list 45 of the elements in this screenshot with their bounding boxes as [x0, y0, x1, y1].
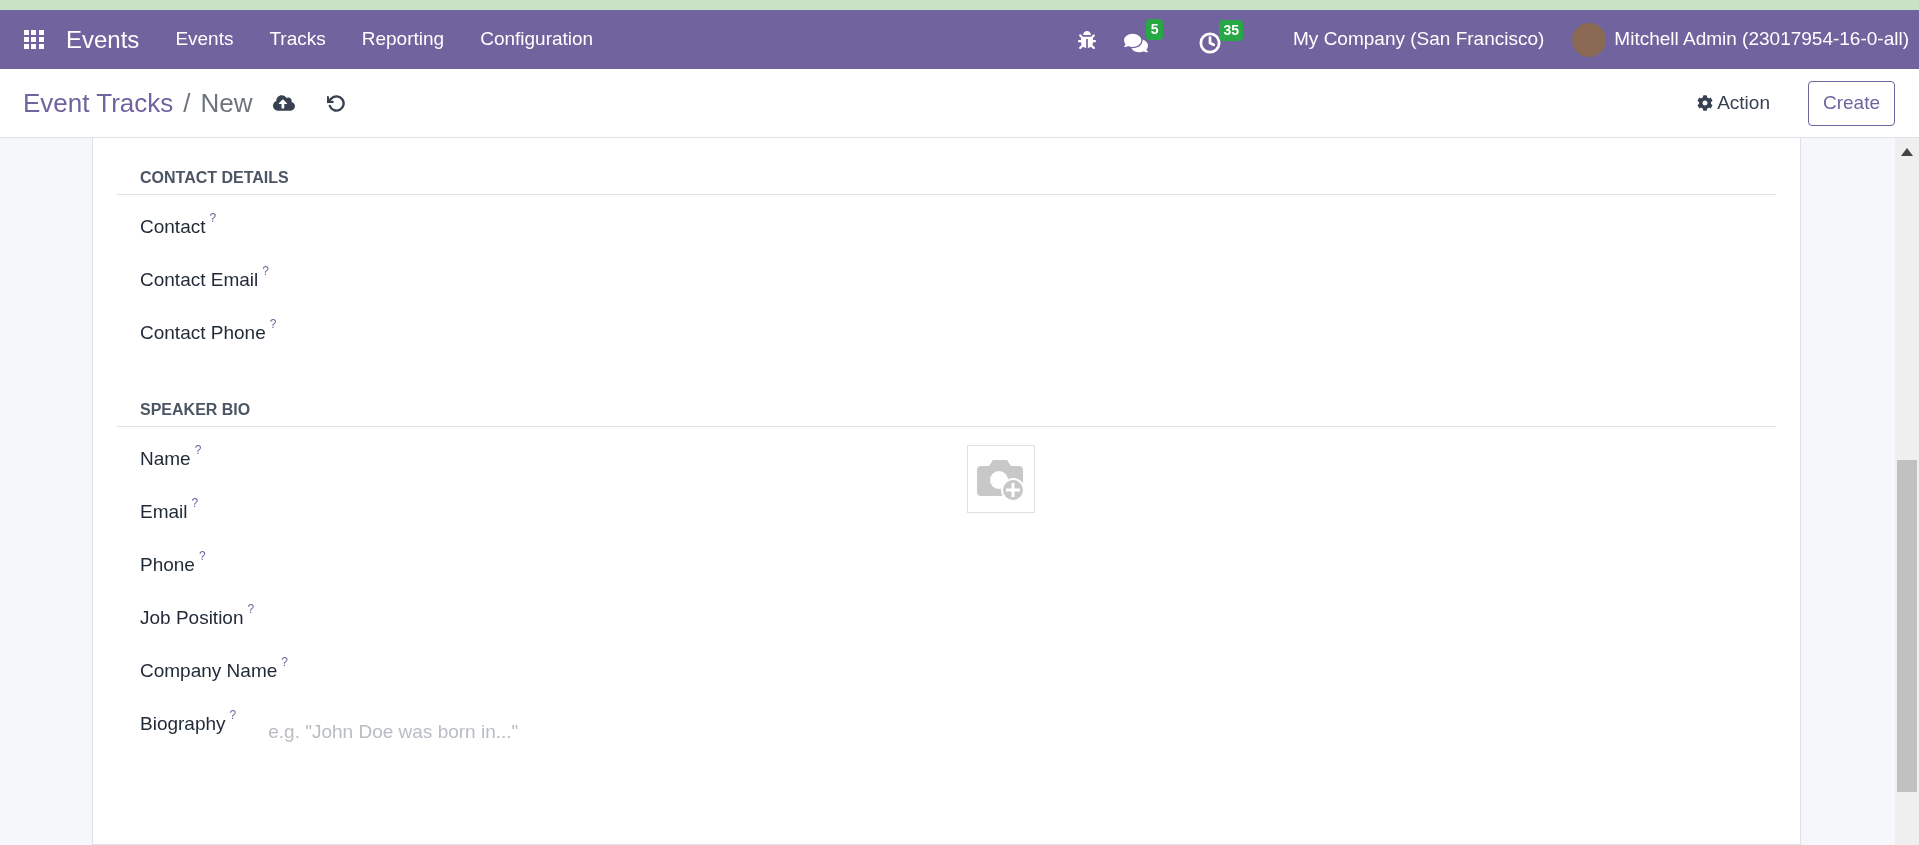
help-tooltip-mark[interactable]: ? [209, 209, 217, 227]
breadcrumb-parent[interactable]: Event Tracks [23, 83, 174, 123]
field-label: Phone [140, 553, 195, 577]
user-menu[interactable]: Mitchell Admin (23017954-16-0-all) [1614, 25, 1909, 54]
scrollbar[interactable] [1895, 138, 1919, 845]
section-heading: SPEAKER BIO [117, 398, 1776, 427]
help-tooltip-mark[interactable]: ? [229, 706, 237, 724]
apps-menu-icon[interactable] [24, 29, 44, 50]
messages-count-badge: 5 [1145, 18, 1164, 40]
create-button[interactable]: Create [1807, 80, 1895, 126]
field-label: Name [140, 447, 191, 471]
help-tooltip-mark[interactable]: ? [198, 547, 206, 565]
gear-icon [1697, 95, 1714, 111]
nav-menu-item[interactable]: Configuration [462, 25, 612, 54]
help-tooltip-mark[interactable]: ? [191, 494, 199, 512]
help-tooltip-mark[interactable]: ? [269, 315, 277, 333]
field-label: Email [140, 500, 188, 524]
help-tooltip-mark[interactable]: ? [247, 600, 255, 618]
section-heading: CONTACT DETAILS [117, 166, 1776, 195]
help-tooltip-mark[interactable]: ? [262, 262, 269, 280]
field-label: Contact [140, 215, 206, 239]
breadcrumb-separator: / [183, 86, 191, 120]
action-menu-button[interactable]: Action [1697, 88, 1770, 118]
company-switcher[interactable]: My Company (San Francisco) [1293, 25, 1545, 54]
field-label: Company Name [140, 659, 278, 683]
discard-undo-icon[interactable] [326, 93, 346, 113]
app-name[interactable]: Events [66, 21, 140, 58]
field-label: Biography [140, 712, 226, 736]
nav-menu-item[interactable]: Tracks [251, 25, 344, 54]
scroll-up-arrow-icon[interactable] [1901, 148, 1913, 156]
activities-clock-icon[interactable] [1199, 31, 1222, 54]
camera-plus-icon [977, 460, 1025, 502]
save-cloud-icon[interactable] [272, 92, 295, 114]
nav-menu-item[interactable]: Events [157, 25, 252, 54]
field-label: Contact Email [140, 268, 259, 292]
field-label: Job Position [140, 606, 244, 630]
scrollbar-thumb[interactable] [1897, 460, 1917, 792]
breadcrumb-current: New [200, 86, 253, 120]
help-tooltip-mark[interactable]: ? [281, 653, 288, 671]
activities-count-badge: 35 [1219, 19, 1244, 41]
help-tooltip-mark[interactable]: ? [194, 441, 202, 459]
nav-menu-item[interactable]: Reporting [343, 25, 463, 54]
biography-input[interactable]: e.g. "John Doe was born in..." [268, 718, 669, 747]
debug-bug-icon[interactable] [1077, 30, 1096, 49]
field-label: Contact Phone [140, 321, 266, 345]
